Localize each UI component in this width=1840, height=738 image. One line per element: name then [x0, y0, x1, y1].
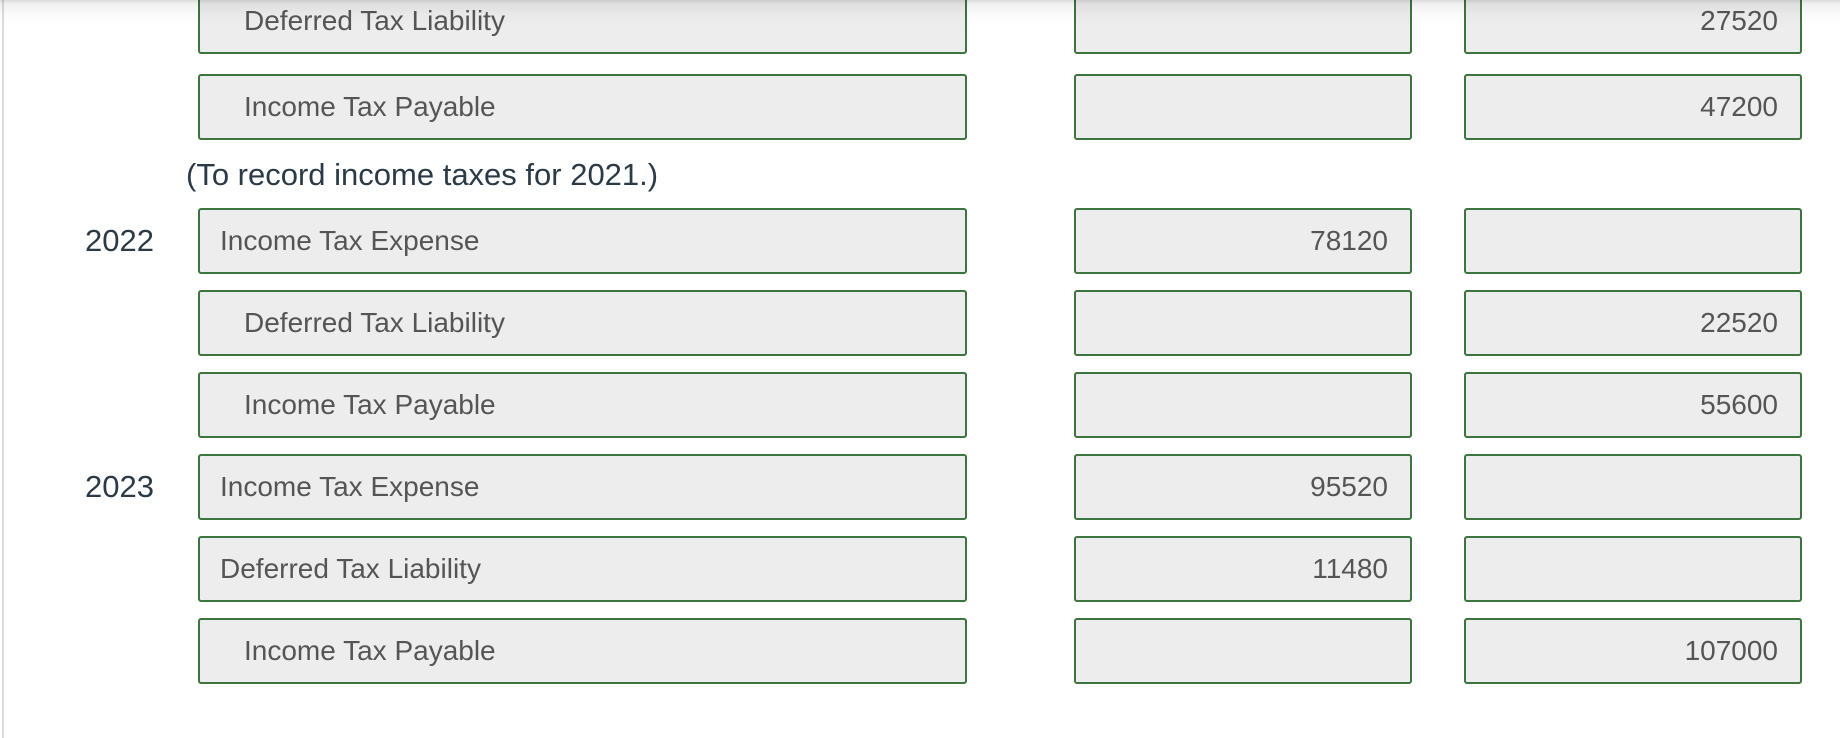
credit-field[interactable]: 27520 [1464, 0, 1802, 54]
account-name: Deferred Tax Liability [220, 553, 481, 584]
journal-row: Income Tax Payable 47200 [0, 74, 1840, 140]
debit-amount: 78120 [1310, 225, 1388, 256]
account-field[interactable]: Income Tax Payable [198, 74, 967, 140]
credit-amount: 47200 [1700, 91, 1778, 122]
credit-amount: 107000 [1684, 635, 1778, 666]
journal-row: Deferred Tax Liability 27520 [0, 0, 1840, 54]
account-name: Income Tax Payable [244, 389, 496, 420]
journal-row: Income Tax Payable 55600 [0, 372, 1840, 438]
account-name: Income Tax Expense [220, 471, 480, 502]
year-label: 2023 [85, 469, 154, 504]
debit-amount: 11480 [1312, 553, 1388, 584]
account-field[interactable]: Income Tax Expense [198, 454, 967, 520]
journal-row: 2022 Income Tax Expense 78120 [0, 208, 1840, 274]
journal-row: Deferred Tax Liability 11480 [0, 536, 1840, 602]
year-label: 2022 [85, 223, 154, 258]
account-field[interactable]: Income Tax Expense [198, 208, 967, 274]
account-name: Deferred Tax Liability [244, 307, 505, 338]
credit-field[interactable]: 107000 [1464, 618, 1802, 684]
account-field[interactable]: Deferred Tax Liability [198, 536, 967, 602]
debit-field[interactable]: 11480 [1074, 536, 1412, 602]
credit-field[interactable] [1464, 208, 1802, 274]
debit-field[interactable]: 95520 [1074, 454, 1412, 520]
debit-amount: 95520 [1310, 471, 1388, 502]
debit-field[interactable] [1074, 290, 1412, 356]
credit-field[interactable] [1464, 454, 1802, 520]
debit-field[interactable] [1074, 618, 1412, 684]
credit-field[interactable]: 47200 [1464, 74, 1802, 140]
debit-field[interactable] [1074, 0, 1412, 54]
entry-explanation-note: (To record income taxes for 2021.) [186, 157, 659, 192]
account-name: Income Tax Payable [244, 635, 496, 666]
journal-row: 2023 Income Tax Expense 95520 [0, 454, 1840, 520]
journal-row: Income Tax Payable 107000 [0, 618, 1840, 684]
debit-field[interactable] [1074, 372, 1412, 438]
credit-field[interactable]: 22520 [1464, 290, 1802, 356]
credit-field[interactable] [1464, 536, 1802, 602]
credit-amount: 22520 [1700, 307, 1778, 338]
credit-amount: 55600 [1700, 389, 1778, 420]
credit-field[interactable]: 55600 [1464, 372, 1802, 438]
account-name: Income Tax Expense [220, 225, 480, 256]
account-name: Deferred Tax Liability [244, 5, 505, 36]
account-field[interactable]: Income Tax Payable [198, 618, 967, 684]
account-field[interactable]: Deferred Tax Liability [198, 290, 967, 356]
credit-amount: 27520 [1700, 5, 1778, 36]
debit-field[interactable] [1074, 74, 1412, 140]
journal-row: Deferred Tax Liability 22520 [0, 290, 1840, 356]
account-field[interactable]: Deferred Tax Liability [198, 0, 967, 54]
debit-field[interactable]: 78120 [1074, 208, 1412, 274]
account-field[interactable]: Income Tax Payable [198, 372, 967, 438]
account-name: Income Tax Payable [244, 91, 496, 122]
